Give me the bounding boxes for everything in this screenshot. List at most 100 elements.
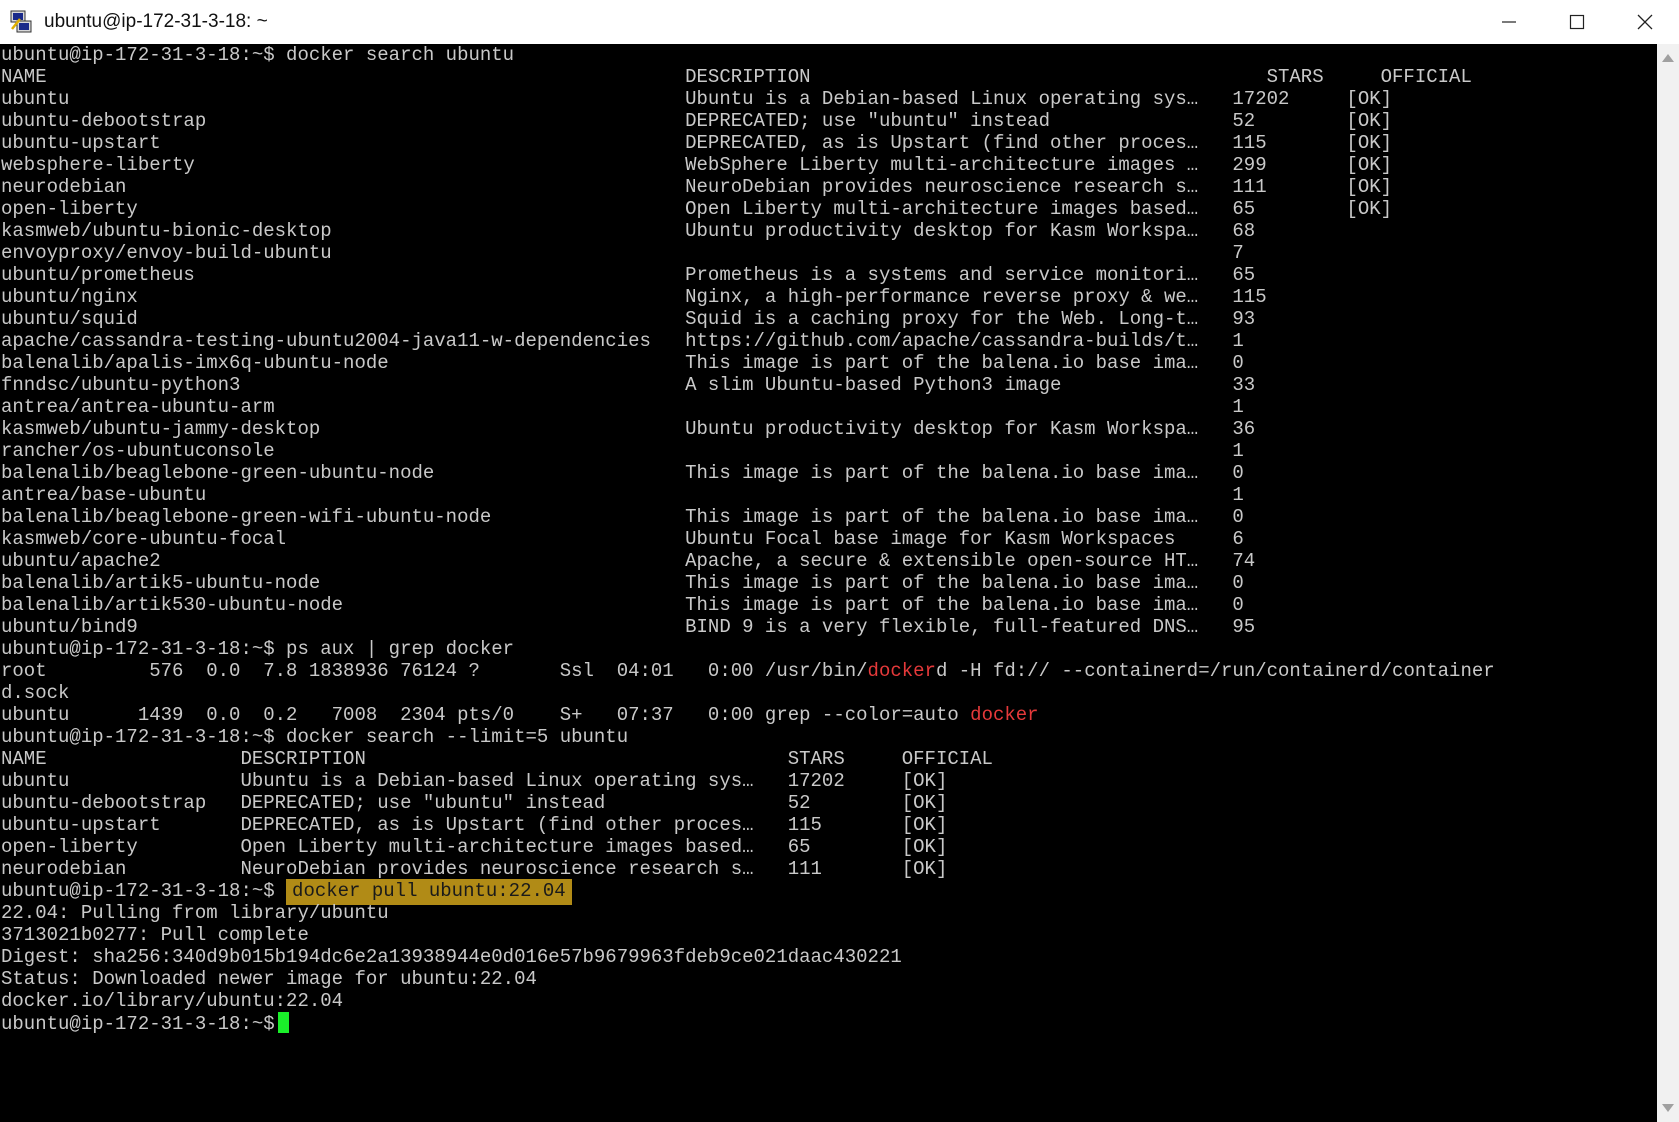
terminal-line: open-liberty Open Liberty multi-architec…	[0, 836, 1657, 858]
terminal-line: Status: Downloaded newer image for ubunt…	[0, 968, 1657, 990]
terminal-line: ubuntu 1439 0.0 0.2 7008 2304 pts/0 S+ 0…	[0, 704, 1657, 726]
grep-match-text: docker	[970, 704, 1039, 726]
terminal-text: 3713021b0277: Pull complete	[1, 924, 309, 946]
terminal-line: ubuntu@ip-172-31-3-18:~$ docker search u…	[0, 44, 1657, 66]
minimize-button[interactable]	[1475, 0, 1543, 44]
terminal-line: ubuntu/nginx Nginx, a high-performance r…	[0, 286, 1657, 308]
terminal-line: open-liberty Open Liberty multi-architec…	[0, 198, 1657, 220]
terminal-line: antrea/base-ubuntu 1	[0, 484, 1657, 506]
terminal-text: kasmweb/ubuntu-jammy-desktop Ubuntu prod…	[1, 418, 1256, 440]
title-bar[interactable]: ubuntu@ip-172-31-3-18: ~	[0, 0, 1679, 44]
terminal-output[interactable]: ubuntu@ip-172-31-3-18:~$ docker search u…	[0, 44, 1657, 1122]
terminal-text: neurodebian NeuroDebian provides neurosc…	[1, 858, 948, 880]
terminal-text: ubuntu/nginx Nginx, a high-performance r…	[1, 286, 1267, 308]
terminal-line: ubuntu Ubuntu is a Debian-based Linux op…	[0, 770, 1657, 792]
terminal-text: ubuntu/prometheus Prometheus is a system…	[1, 264, 1256, 286]
terminal-text: NAME DESCRIPTION STARS OFFICIAL	[1, 66, 1472, 88]
terminal-text: ubuntu-debootstrap DEPRECATED; use "ubun…	[1, 792, 948, 814]
scroll-down-icon[interactable]	[1662, 1104, 1674, 1112]
terminal-line: balenalib/apalis-imx6q-ubuntu-node This …	[0, 352, 1657, 374]
terminal-text: Status: Downloaded newer image for ubunt…	[1, 968, 537, 990]
terminal-line: websphere-liberty WebSphere Liberty mult…	[0, 154, 1657, 176]
terminal-text: antrea/base-ubuntu 1	[1, 484, 1244, 506]
terminal-text: ubuntu@ip-172-31-3-18:~$ docker search u…	[1, 44, 515, 66]
terminal-text: docker.io/library/ubuntu:22.04	[1, 990, 344, 1012]
terminal-line: ubuntu-debootstrap DEPRECATED; use "ubun…	[0, 110, 1657, 132]
terminal-line: balenalib/artik530-ubuntu-node This imag…	[0, 594, 1657, 616]
terminal-line: kasmweb/ubuntu-jammy-desktop Ubuntu prod…	[0, 418, 1657, 440]
terminal-line: balenalib/artik5-ubuntu-node This image …	[0, 572, 1657, 594]
terminal-line: 22.04: Pulling from library/ubuntu	[0, 902, 1657, 924]
terminal-text: apache/cassandra-testing-ubuntu2004-java…	[1, 330, 1244, 352]
putty-icon[interactable]	[8, 9, 34, 35]
terminal-line: d.sock	[0, 682, 1657, 704]
terminal-line: ubuntu/apache2 Apache, a secure & extens…	[0, 550, 1657, 572]
terminal-text: ubuntu-debootstrap DEPRECATED; use "ubun…	[1, 110, 1393, 132]
terminal-line: ubuntu-upstart DEPRECATED, as is Upstart…	[0, 814, 1657, 836]
vertical-scrollbar[interactable]	[1657, 44, 1679, 1122]
terminal-text: fnndsc/ubuntu-python3 A slim Ubuntu-base…	[1, 374, 1256, 396]
terminal-text: neurodebian NeuroDebian provides neurosc…	[1, 176, 1393, 198]
terminal-text: ubuntu Ubuntu is a Debian-based Linux op…	[1, 88, 1393, 110]
terminal-text: open-liberty Open Liberty multi-architec…	[1, 198, 1393, 220]
terminal-line: docker.io/library/ubuntu:22.04	[0, 990, 1657, 1012]
terminal-text: Digest: sha256:340d9b015b194dc6e2a139389…	[1, 946, 902, 968]
window-controls	[1475, 0, 1679, 44]
terminal-text: d -H fd:// --containerd=/run/containerd/…	[935, 660, 1495, 682]
terminal-text: 22.04: Pulling from library/ubuntu	[1, 902, 389, 924]
terminal-text: ubuntu/squid Squid is a caching proxy fo…	[1, 308, 1256, 330]
maximize-button[interactable]	[1543, 0, 1611, 44]
terminal-line: neurodebian NeuroDebian provides neurosc…	[0, 176, 1657, 198]
terminal-text: ubuntu@ip-172-31-3-18:~$	[1, 1013, 275, 1035]
terminal-line: NAME DESCRIPTION STARS OFFICIAL	[0, 66, 1657, 88]
terminal-cursor	[277, 1012, 289, 1033]
terminal-line: 3713021b0277: Pull complete	[0, 924, 1657, 946]
terminal-text: ubuntu/apache2 Apache, a secure & extens…	[1, 550, 1256, 572]
terminal-text: websphere-liberty WebSphere Liberty mult…	[1, 154, 1393, 176]
close-icon	[1637, 14, 1653, 30]
window-title: ubuntu@ip-172-31-3-18: ~	[44, 11, 268, 32]
scroll-up-icon[interactable]	[1662, 54, 1674, 62]
terminal-text: kasmweb/ubuntu-bionic-desktop Ubuntu pro…	[1, 220, 1256, 242]
terminal-line: ubuntu/squid Squid is a caching proxy fo…	[0, 308, 1657, 330]
terminal-text: balenalib/beaglebone-green-wifi-ubuntu-n…	[1, 506, 1244, 528]
close-button[interactable]	[1611, 0, 1679, 44]
terminal-line: balenalib/beaglebone-green-ubuntu-node T…	[0, 462, 1657, 484]
terminal-text: ubuntu@ip-172-31-3-18:~$ ps aux | grep d…	[1, 638, 515, 660]
terminal-text: balenalib/beaglebone-green-ubuntu-node T…	[1, 462, 1244, 484]
terminal-text: ubuntu 1439 0.0 0.2 7008 2304 pts/0 S+ 0…	[1, 704, 971, 726]
terminal-text: balenalib/apalis-imx6q-ubuntu-node This …	[1, 352, 1244, 374]
terminal-text: root 576 0.0 7.8 1838936 76124 ? Ssl 04:…	[1, 660, 868, 682]
terminal-text: rancher/os-ubuntuconsole 1	[1, 440, 1244, 462]
terminal-line: root 576 0.0 7.8 1838936 76124 ? Ssl 04:…	[0, 660, 1657, 682]
terminal-text: envoyproxy/envoy-build-ubuntu 7	[1, 242, 1244, 264]
terminal-line: rancher/os-ubuntuconsole 1	[0, 440, 1657, 462]
terminal-text: balenalib/artik530-ubuntu-node This imag…	[1, 594, 1244, 616]
terminal-text: ubuntu/bind9 BIND 9 is a very flexible, …	[1, 616, 1256, 638]
terminal-line: ubuntu/bind9 BIND 9 is a very flexible, …	[0, 616, 1657, 638]
terminal-text: ubuntu-upstart DEPRECATED, as is Upstart…	[1, 814, 948, 836]
terminal-text: ubuntu@ip-172-31-3-18:~$ docker search -…	[1, 726, 629, 748]
terminal-text: ubuntu-upstart DEPRECATED, as is Upstart…	[1, 132, 1393, 154]
terminal-text: ubuntu@ip-172-31-3-18:~$	[1, 880, 287, 902]
terminal-text: antrea/antrea-ubuntu-arm 1	[1, 396, 1244, 418]
terminal-text: open-liberty Open Liberty multi-architec…	[1, 836, 948, 858]
terminal-line: antrea/antrea-ubuntu-arm 1	[0, 396, 1657, 418]
terminal-line: ubuntu@ip-172-31-3-18:~$	[0, 1012, 1657, 1035]
terminal-line: Digest: sha256:340d9b015b194dc6e2a139389…	[0, 946, 1657, 968]
terminal-text: kasmweb/core-ubuntu-focal Ubuntu Focal b…	[1, 528, 1244, 550]
maximize-icon	[1569, 14, 1585, 30]
terminal-text: ubuntu Ubuntu is a Debian-based Linux op…	[1, 770, 948, 792]
terminal-line: ubuntu@ip-172-31-3-18:~$ ps aux | grep d…	[0, 638, 1657, 660]
terminal-line: kasmweb/core-ubuntu-focal Ubuntu Focal b…	[0, 528, 1657, 550]
terminal-line: balenalib/beaglebone-green-wifi-ubuntu-n…	[0, 506, 1657, 528]
terminal-window: ubuntu@ip-172-31-3-18: ~ ubuntu@ip-172-3…	[0, 0, 1679, 1122]
terminal-text: NAME DESCRIPTION STARS OFFICIAL	[1, 748, 993, 770]
terminal-line: ubuntu-upstart DEPRECATED, as is Upstart…	[0, 132, 1657, 154]
grep-match-text: docker	[867, 660, 936, 682]
terminal-line: ubuntu/prometheus Prometheus is a system…	[0, 264, 1657, 286]
minimize-icon	[1502, 21, 1516, 23]
terminal-line: envoyproxy/envoy-build-ubuntu 7	[0, 242, 1657, 264]
terminal-line: apache/cassandra-testing-ubuntu2004-java…	[0, 330, 1657, 352]
terminal-text: d.sock	[1, 682, 70, 704]
